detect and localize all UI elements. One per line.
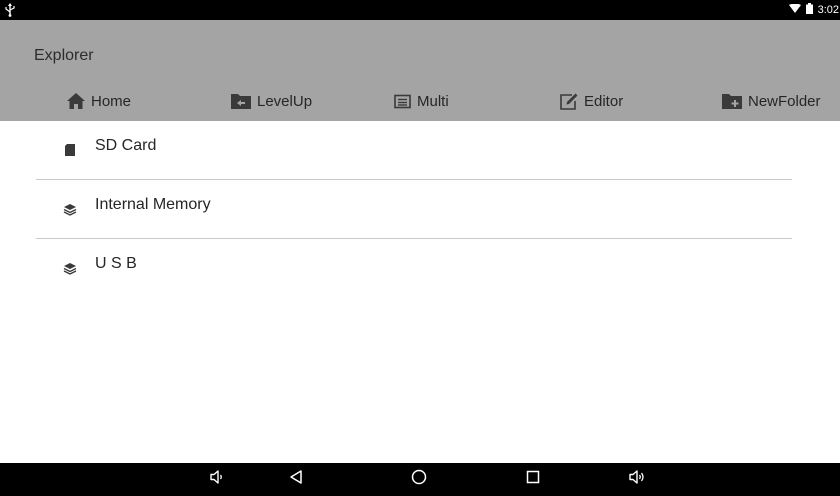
storage-stack-icon [63,261,77,275]
back-icon [288,469,304,490]
editor-button[interactable]: Editor [560,89,623,113]
list-item[interactable]: SD Card [36,121,792,179]
edit-icon [560,93,578,110]
sd-card-icon [63,143,77,157]
status-bar: 3:02 [0,0,840,20]
usb-icon [4,3,16,17]
volume-up-icon [628,469,646,490]
home-button-label: Home [91,92,132,110]
wifi-icon [788,1,801,19]
list-item[interactable]: U S B [36,239,792,297]
level-up-button-label: LevelUp [257,92,313,110]
level-up-button[interactable]: LevelUp [231,89,312,113]
folder-up-icon [231,93,251,109]
volume-up-button[interactable] [623,463,651,496]
new-folder-icon [722,93,742,109]
editor-button-label: Editor [584,92,624,110]
list-item-label: Internal Memory [95,196,211,213]
volume-down-button[interactable] [203,463,231,496]
storage-stack-icon [63,202,77,216]
new-folder-button-label: NewFolder [748,92,821,110]
app-title: Explorer [34,47,94,64]
recents-icon [525,469,541,490]
multi-select-icon [394,94,411,109]
list-item[interactable]: Internal Memory [36,180,792,238]
toolbar: Home LevelUp Multi Editor NewFolder [0,89,840,113]
app-header: Explorer Home LevelUp Multi Editor NewFo… [0,20,840,121]
volume-down-icon [209,469,225,490]
multi-button[interactable]: Multi [394,89,449,113]
battery-icon [805,1,813,19]
home-circle-icon [410,468,428,491]
multi-button-label: Multi [417,92,449,110]
list-item-label: U S B [95,255,137,272]
navigation-bar [0,463,840,496]
back-button[interactable] [282,463,310,496]
status-time: 3:02 [817,4,839,16]
home-button[interactable]: Home [67,89,131,113]
home-icon [67,93,85,109]
home-nav-button[interactable] [405,463,433,496]
recents-button[interactable] [519,463,547,496]
new-folder-button[interactable]: NewFolder [722,89,821,113]
list-item-label: SD Card [95,137,157,154]
